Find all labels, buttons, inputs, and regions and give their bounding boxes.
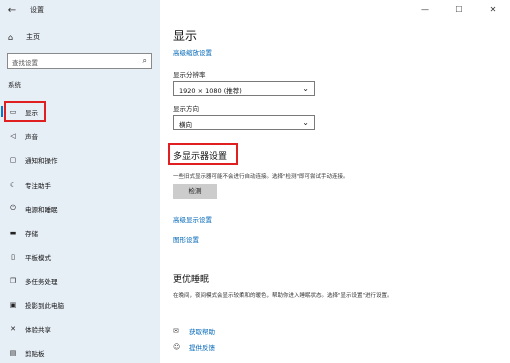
page-title: 显示 [173, 29, 198, 43]
sidebar-item-label: 剪贴板 [25, 349, 45, 358]
resolution-label: 显示分辨率 [173, 71, 206, 79]
resolution-dropdown[interactable]: 1920 × 1080 (推荐) ⌄ [173, 81, 315, 96]
sidebar-item-label: 体验共享 [25, 325, 51, 334]
search-input[interactable]: 查找设置 ⌕ [7, 53, 152, 69]
home-icon: ⌂ [8, 32, 14, 42]
search-placeholder: 查找设置 [12, 59, 38, 67]
moon-icon: ☾ [9, 180, 17, 189]
section-label: 系统 [8, 81, 21, 89]
settings-window: ⌂ 主页 查找设置 ⌕ 系统 ▭ 显示 ◁ 声音 ▢ 通知和操作 ☾ 专注助手 … [0, 0, 510, 363]
highlight-box-display [4, 101, 46, 122]
sidebar-item-storage[interactable]: ▬ 存储 [0, 224, 160, 241]
feedback-icon: ☺ [173, 343, 181, 351]
sidebar-item-label: 电源和睡眠 [25, 205, 58, 214]
notification-icon: ▢ [9, 155, 17, 164]
advanced-scaling-link[interactable]: 高级缩放设置 [173, 47, 212, 57]
advanced-display-link[interactable]: 高级显示设置 [173, 214, 212, 224]
sidebar-item-label: 专注助手 [25, 181, 51, 190]
graphics-settings-link[interactable]: 图形设置 [173, 234, 199, 244]
power-icon: ⏻ [10, 204, 16, 212]
multitask-icon: ❐ [9, 276, 17, 285]
sleep-title: 更优睡眠 [173, 275, 210, 285]
sidebar-item-shared[interactable]: ✕ 体验共享 [0, 320, 160, 337]
sidebar-item-power-sleep[interactable]: ⏻ 电源和睡眠 [0, 200, 160, 217]
window-title: 设置 [30, 6, 44, 14]
chevron-down-icon: ⌄ [302, 118, 309, 127]
storage-icon: ▬ [9, 228, 17, 237]
back-arrow-icon[interactable]: ← [4, 3, 20, 19]
sidebar-item-tablet[interactable]: ▯ 平板模式 [0, 248, 160, 265]
share-icon: ✕ [10, 324, 16, 333]
sidebar-item-label: 投影到此电脑 [25, 301, 64, 310]
get-help-label: 获取帮助 [189, 328, 215, 336]
feedback-label: 提供反馈 [189, 344, 215, 352]
sidebar-item-sound[interactable]: ◁ 声音 [0, 127, 160, 144]
search-icon: ⌕ [142, 56, 147, 65]
close-button[interactable]: ✕ [476, 0, 510, 20]
chat-icon: ✉ [173, 327, 179, 335]
detect-button[interactable]: 检测 [173, 184, 217, 199]
window-controls: — ☐ ✕ [408, 0, 510, 20]
home-link[interactable]: ⌂ 主页 [8, 31, 40, 43]
orientation-value: 横向 [179, 121, 192, 129]
sleep-description: 在晚间，夜间模式会显示较柔和的暖色，帮助你进入睡眠状态。选择"显示设置"进行设置… [173, 293, 393, 299]
orientation-dropdown[interactable]: 横向 ⌄ [173, 115, 315, 130]
sidebar-item-project[interactable]: ▣ 投影到此电脑 [0, 296, 160, 313]
sidebar-item-label: 平板模式 [25, 253, 51, 262]
sidebar-item-label: 声音 [25, 132, 38, 141]
tablet-icon: ▯ [11, 252, 15, 261]
sidebar-item-multitasking[interactable]: ❐ 多任务处理 [0, 272, 160, 289]
active-indicator [1, 106, 3, 117]
home-label: 主页 [26, 33, 40, 41]
sidebar-item-label: 通知和操作 [25, 156, 58, 165]
sidebar: ⌂ 主页 查找设置 ⌕ 系统 ▭ 显示 ◁ 声音 ▢ 通知和操作 ☾ 专注助手 … [0, 0, 160, 363]
sidebar-item-label: 存储 [25, 229, 38, 238]
title-bar: ← 设置 — ☐ ✕ [0, 0, 510, 22]
project-icon: ▣ [9, 300, 17, 309]
multi-display-description: 一些旧式显示器可能不会进行自动连接。选择"检测"即可尝试手动连接。 [173, 174, 349, 180]
minimize-button[interactable]: — [408, 0, 442, 20]
get-help-link[interactable]: ✉ 获取帮助 [173, 326, 215, 336]
main-panel: 显示 高级缩放设置 显示分辨率 1920 × 1080 (推荐) ⌄ 显示方向 … [160, 0, 510, 363]
highlight-box-multi-display [168, 143, 238, 165]
sidebar-item-notifications[interactable]: ▢ 通知和操作 [0, 151, 160, 168]
sidebar-item-focus-assist[interactable]: ☾ 专注助手 [0, 176, 160, 193]
sidebar-item-label: 多任务处理 [25, 277, 58, 286]
chevron-down-icon: ⌄ [302, 84, 309, 93]
clipboard-icon: ▤ [9, 348, 17, 357]
resolution-value: 1920 × 1080 (推荐) [179, 87, 242, 95]
feedback-link[interactable]: ☺ 提供反馈 [173, 342, 215, 352]
orientation-label: 显示方向 [173, 105, 199, 113]
speaker-icon: ◁ [10, 131, 16, 140]
maximize-button[interactable]: ☐ [442, 0, 476, 20]
sidebar-item-clipboard[interactable]: ▤ 剪贴板 [0, 344, 160, 361]
